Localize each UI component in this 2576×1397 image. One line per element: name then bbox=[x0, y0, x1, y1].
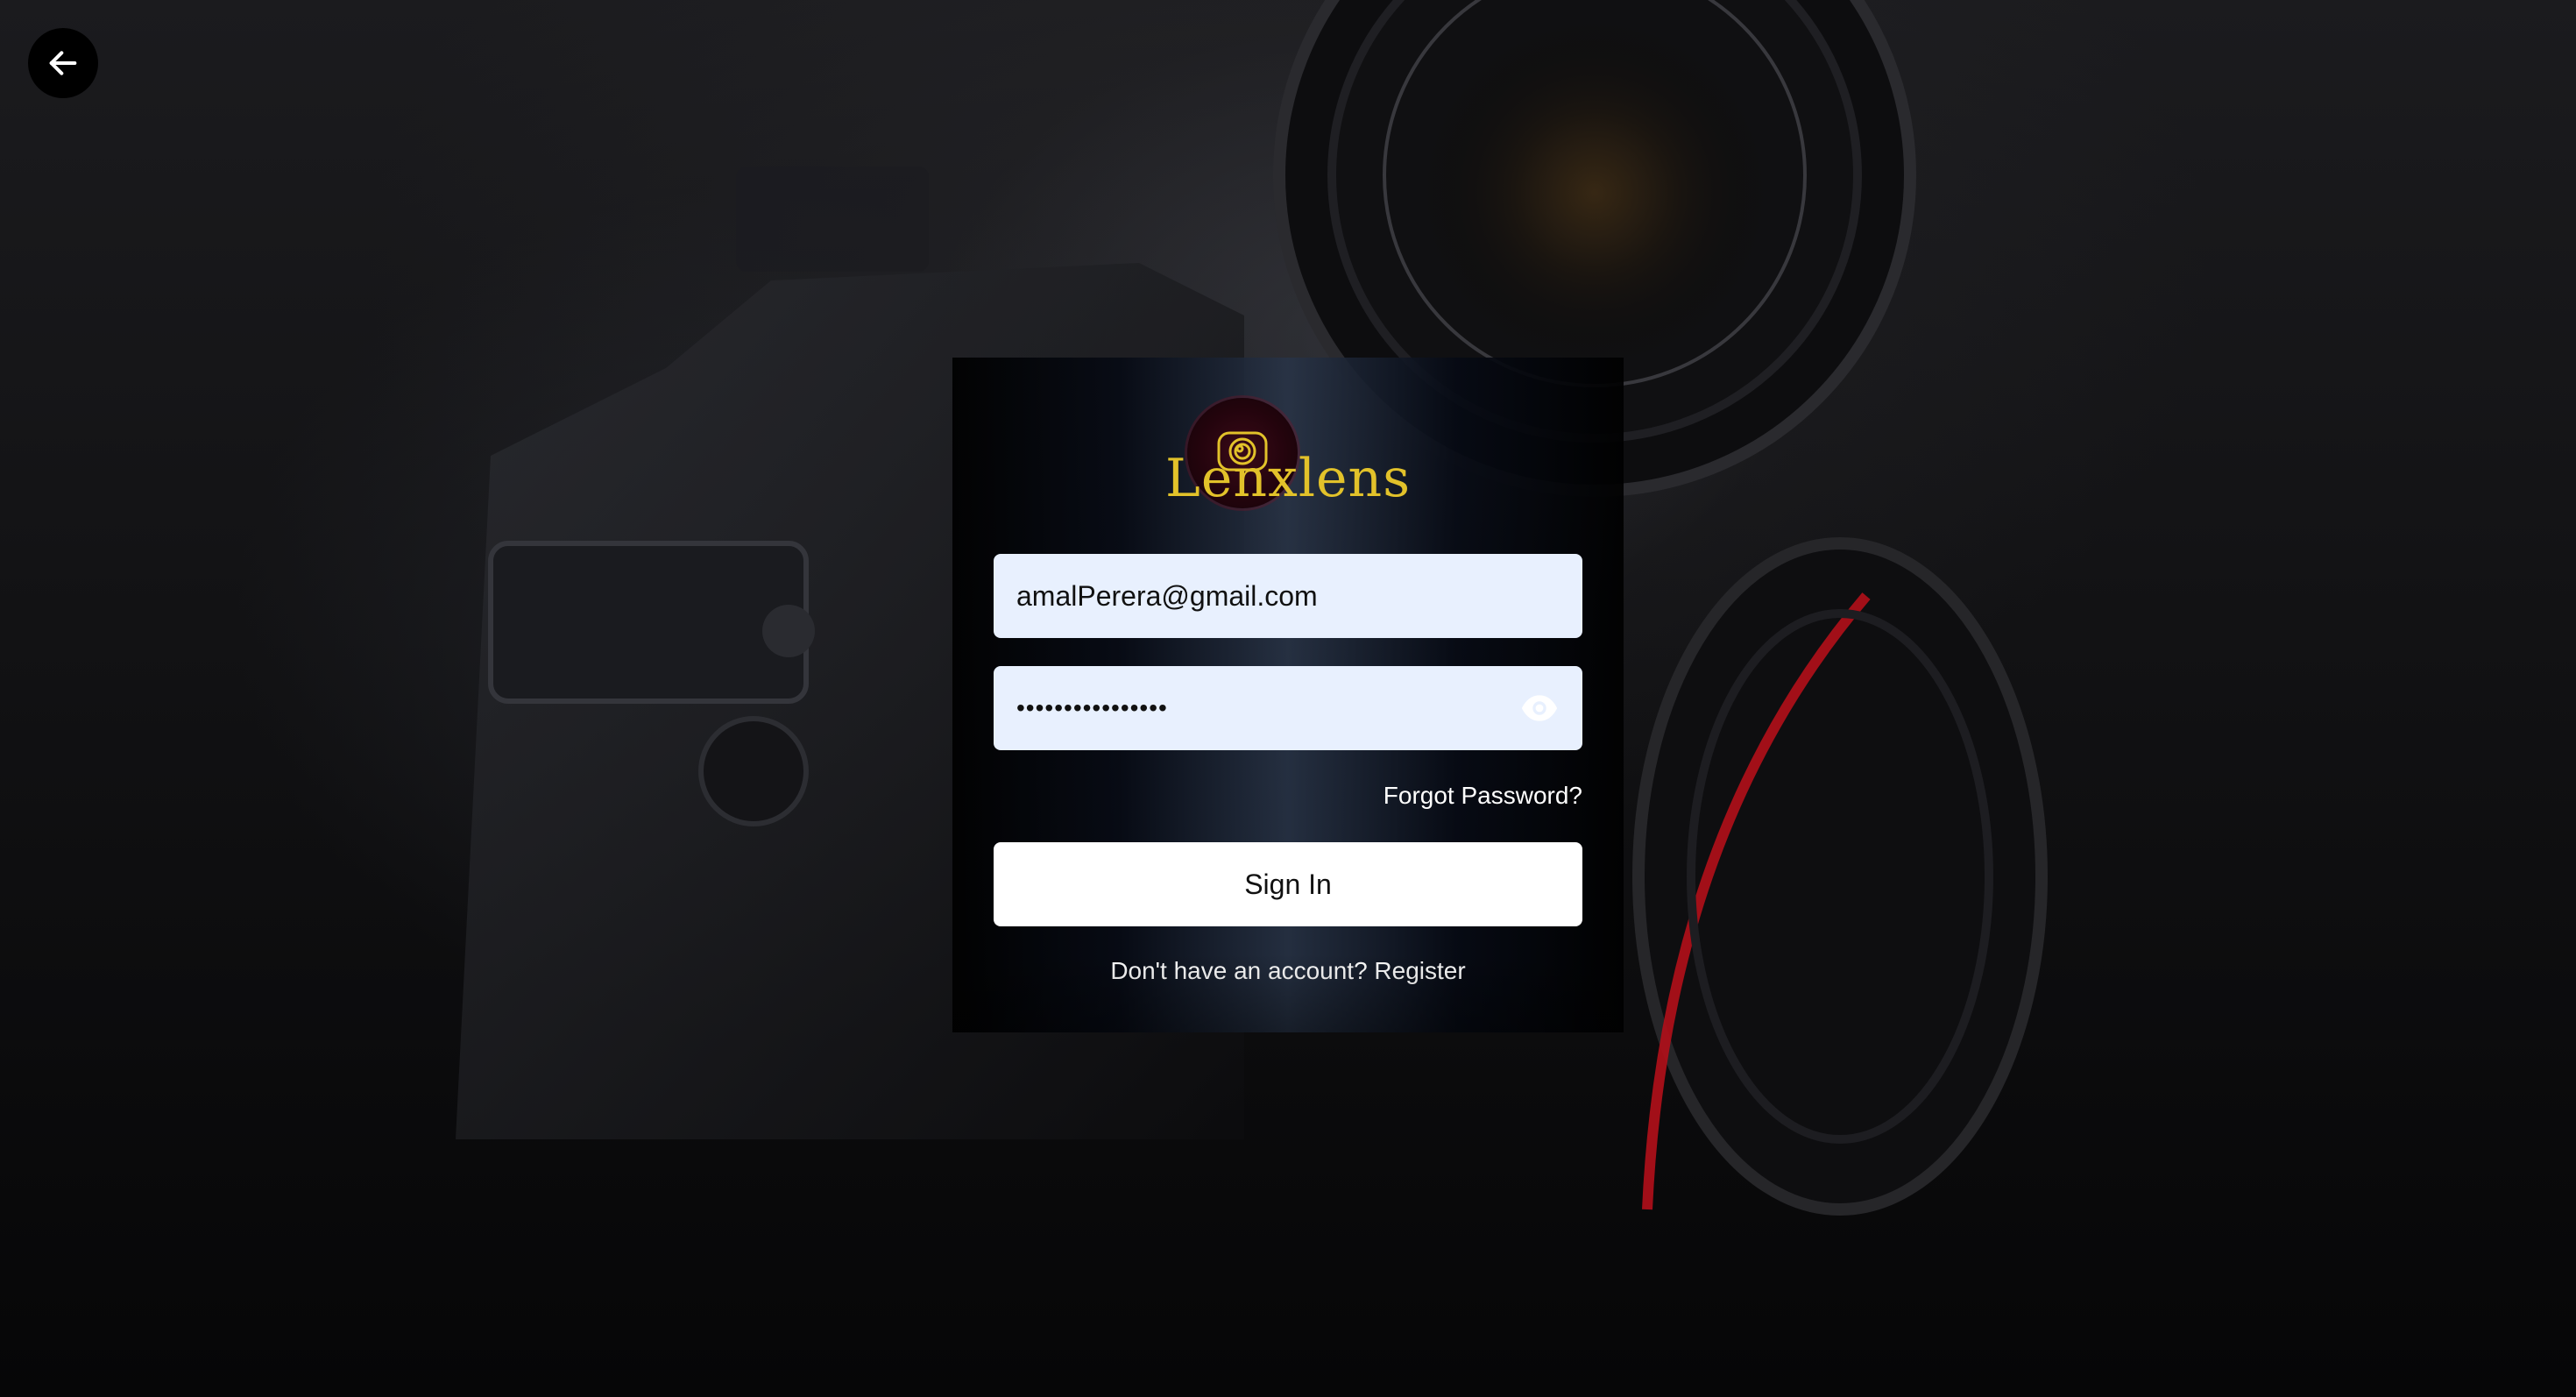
register-link[interactable]: Register bbox=[1374, 957, 1465, 984]
arrow-left-icon bbox=[49, 51, 77, 75]
email-field[interactable] bbox=[994, 554, 1582, 638]
sign-in-button[interactable]: Sign In bbox=[994, 842, 1582, 926]
back-button[interactable] bbox=[28, 28, 98, 98]
register-prompt-line: Don't have an account? Register bbox=[952, 957, 1624, 985]
password-field-wrapper bbox=[994, 666, 1582, 750]
eye-icon[interactable] bbox=[1519, 689, 1560, 727]
register-prompt-text: Don't have an account? bbox=[1110, 957, 1375, 984]
forgot-password-link[interactable]: Forgot Password? bbox=[1384, 782, 1582, 810]
email-field-wrapper bbox=[994, 554, 1582, 638]
brand-logo: Lenxlens bbox=[952, 398, 1624, 521]
login-card: Lenxlens Forgot Password? Sign In Don't … bbox=[952, 358, 1624, 1032]
brand-name: Lenxlens bbox=[1165, 448, 1411, 509]
login-page: Lenxlens Forgot Password? Sign In Don't … bbox=[0, 0, 2576, 1397]
password-field[interactable] bbox=[994, 666, 1582, 750]
